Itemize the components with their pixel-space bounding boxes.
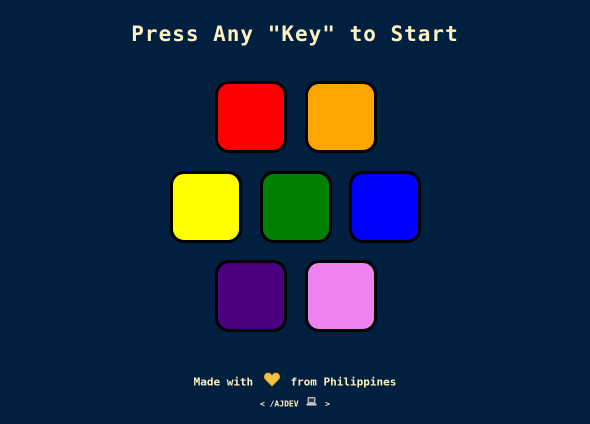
author-credit[interactable]: < /AJDEV >: [0, 397, 590, 412]
purple-button[interactable]: [215, 260, 287, 332]
laptop-icon: [306, 397, 317, 411]
footer-made-with: Made with from Philippines: [0, 372, 590, 393]
credit-left-text: < /AJDEV: [259, 399, 299, 409]
credit-right-text: >: [325, 399, 330, 409]
yellow-button[interactable]: [170, 171, 242, 243]
game-title: Press Any "Key" to Start: [131, 22, 459, 46]
from-philippines-text: from Philippines: [290, 375, 397, 389]
made-with-text: Made with: [193, 375, 254, 389]
orange-button[interactable]: [305, 81, 377, 153]
green-button[interactable]: [260, 171, 332, 243]
yellow-heart-icon: [263, 372, 280, 393]
red-button[interactable]: [215, 81, 287, 153]
blue-button[interactable]: [349, 171, 421, 243]
pink-button[interactable]: [305, 260, 377, 332]
